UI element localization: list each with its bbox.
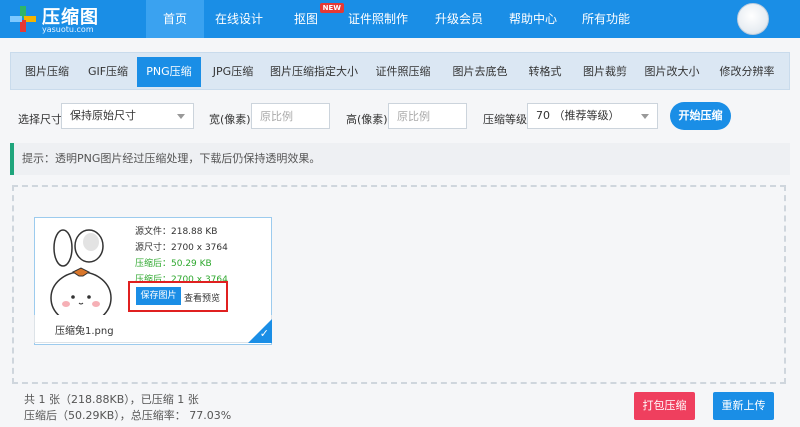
size-label: 选择尺寸 [18,113,62,126]
file-name: 压缩兔1.png [55,326,114,337]
main-nav: 首页 在线设计 抠图 NEW 证件照制作 升级会员 帮助中心 所有功能 [146,0,646,38]
file-card-footer: 压缩兔1.png ✓ [34,315,272,343]
width-label: 宽(像素) [209,113,251,126]
tab-id-photo-compress[interactable]: 证件照压缩 [363,57,443,87]
chevron-down-icon [641,114,649,119]
source-dimensions: 源尺寸：2700 x 3764 [135,243,228,253]
logo-subtitle: yasuotu.com [42,25,94,34]
compressed-file-size: 压缩后：50.29 KB [135,259,212,269]
summary-line-compressed: 压缩后（50.29KB），总压缩率： 77.03% [24,409,232,422]
height-input[interactable] [388,103,467,129]
user-avatar[interactable] [737,3,769,35]
tip-message: 提示：透明PNG图片经过压缩处理，下载后仍保持透明效果。 [10,143,790,175]
checkmark-icon: ✓ [259,327,269,340]
nav-help-center[interactable]: 帮助中心 [500,0,566,38]
nav-cutout[interactable]: 抠图 NEW [274,0,344,38]
summary-line-total: 共 1 张（218.88KB），已压缩 1 张 [24,393,199,406]
nav-all-features[interactable]: 所有功能 [566,0,646,38]
source-file-size: 源文件：218.88 KB [135,227,218,237]
tab-crop-image[interactable]: 图片裁剪 [573,57,637,87]
chevron-down-icon [177,114,185,119]
nav-online-design[interactable]: 在线设计 [204,0,274,38]
top-header: 压缩图 yasuotu.com 首页 在线设计 抠图 NEW 证件照制作 升级会… [0,0,800,38]
upload-dropzone[interactable]: 源文件：218.88 KB 源尺寸：2700 x 3764 压缩后：50.29 … [12,185,786,384]
pack-compress-button[interactable]: 打包压缩 [634,392,695,420]
reupload-button[interactable]: 重新上传 [713,392,774,420]
nav-upgrade-vip[interactable]: 升级会员 [418,0,500,38]
height-label: 高(像素) [346,113,388,126]
tab-change-resolution[interactable]: 修改分辨率 [707,57,787,87]
tab-image-compress[interactable]: 图片压缩 [15,57,79,87]
tab-png-compress[interactable]: PNG压缩 [137,57,201,87]
tab-gif-compress[interactable]: GIF压缩 [79,57,137,87]
start-compress-button[interactable]: 开始压缩 [670,102,731,130]
logo-cross-icon [10,6,36,32]
tab-convert-format[interactable]: 转格式 [517,57,573,87]
tab-remove-bg-color[interactable]: 图片去底色 [443,57,517,87]
size-select[interactable]: 保持原始尺寸 [61,103,194,129]
nav-home[interactable]: 首页 [146,0,204,38]
tab-resize-image[interactable]: 图片改大小 [637,57,707,87]
tab-jpg-compress[interactable]: JPG压缩 [201,57,265,87]
level-select[interactable]: 70 （推荐等级） [527,103,658,129]
level-label: 压缩等级 [483,113,527,126]
highlight-box [128,281,228,312]
width-input[interactable] [251,103,330,129]
tool-tabs: 图片压缩 GIF压缩 PNG压缩 JPG压缩 图片压缩指定大小 证件照压缩 图片… [10,52,790,90]
nav-id-photo[interactable]: 证件照制作 [338,0,418,38]
site-logo[interactable]: 压缩图 yasuotu.com [10,3,130,35]
tab-compress-to-size[interactable]: 图片压缩指定大小 [265,57,363,87]
